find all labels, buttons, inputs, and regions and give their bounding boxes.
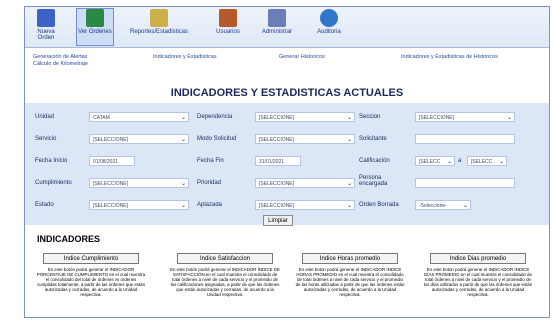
users-icon <box>219 9 237 27</box>
label-persona-encargada: Persona encargada <box>359 175 388 187</box>
label-prioridad: Prioridad <box>197 180 222 186</box>
link-historicos[interactable]: Generar Historicos <box>279 54 325 60</box>
persona-encargada-input[interactable] <box>415 178 515 188</box>
chevron-down-icon: ⌄ <box>346 203 352 209</box>
label-seccion: Seccion <box>359 114 381 120</box>
modo-solicitud-select[interactable]: [SELECCIONE] ⌄ <box>255 134 355 144</box>
estado-select[interactable]: [SELECCIONE] ⌄ <box>89 200 189 210</box>
page-title: INDICADORES Y ESTADISTICAS ACTUALES <box>170 87 404 99</box>
reports-icon <box>150 9 168 27</box>
main-toolbar: Nueva Orden Ver Ordenes Reportes/Estadis… <box>25 7 549 48</box>
toolbar-ver-ordenes[interactable]: Ver Ordenes <box>76 8 114 46</box>
servicio-select[interactable]: [SELECCIONE] ⌄ <box>89 134 189 144</box>
label-dependencia: Dependencia <box>197 114 233 120</box>
link-calculo-kilometraje[interactable]: Cálculo de Kilometraje <box>33 61 88 67</box>
limpiar-button[interactable]: Limpiar <box>263 215 293 226</box>
toolbar-nueva-orden[interactable]: Nueva Orden <box>29 9 63 45</box>
fecha-fin-input[interactable]: 31/01/2021 <box>255 156 301 166</box>
indice-dias-button[interactable]: Indice Dias promedio <box>430 253 526 264</box>
chevron-down-icon: ⌄ <box>180 137 186 143</box>
label-fecha-inicio: Fecha Inicio <box>35 158 68 164</box>
app-frame: Nueva Orden Ver Ordenes Reportes/Estadis… <box>24 6 550 318</box>
aplazada-select[interactable]: [SELECCIONE] ⌄ <box>255 200 355 210</box>
chevron-down-icon: ⌄ <box>346 137 352 143</box>
indice-satisfaccion-button[interactable]: Indice Satisfaccion <box>177 253 273 264</box>
admin-icon <box>268 9 286 27</box>
seccion-select[interactable]: [SELECCIONE] ⌄ <box>415 112 515 122</box>
solicitante-input[interactable] <box>415 134 515 144</box>
label-aplazada: Aplazada <box>197 202 223 208</box>
label-calificacion-a: a <box>458 158 462 164</box>
dependencia-select[interactable]: [SELECCIONE] ⌄ <box>255 112 355 122</box>
toolbar-administrar[interactable]: Administrar <box>259 9 295 45</box>
chevron-down-icon: ⌄ <box>346 181 352 187</box>
calificacion-hasta-select[interactable]: [SELECC ⌄ <box>467 156 507 166</box>
chevron-down-icon: ⌄ <box>180 181 186 187</box>
chevron-down-icon: ⌄ <box>498 159 504 165</box>
link-indicadores[interactable]: Indicadores y Estadisticas <box>153 54 217 60</box>
audit-icon <box>320 9 338 27</box>
fecha-inicio-input[interactable]: 01/08/2021 <box>89 156 135 166</box>
calificacion-desde-select[interactable]: [SELECC ⌄ <box>415 156 455 166</box>
label-estado: Estado <box>35 202 54 208</box>
toolbar-reportes[interactable]: Reportes/Estadisticas <box>127 9 191 45</box>
unidad-select[interactable]: CATAM ⌄ <box>89 112 189 122</box>
cumplimiento-select[interactable]: [SELECCIONE] ⌄ <box>89 178 189 188</box>
chevron-down-icon: ⌄ <box>462 203 468 209</box>
label-servicio: Servicio <box>35 136 57 142</box>
prioridad-select[interactable]: [SELECCIONE] ⌄ <box>255 178 355 188</box>
label-solicitante: Solicitante <box>359 136 387 142</box>
indicadores-heading: INDICADORES <box>37 234 101 244</box>
chevron-down-icon: ⌄ <box>346 115 352 121</box>
indice-horas-button[interactable]: Indice Horas promedio <box>302 253 398 264</box>
label-modo-solicitud: Modo Solicitud <box>197 136 237 142</box>
view-orders-icon <box>86 9 104 27</box>
new-order-icon <box>37 9 55 27</box>
link-generacion-alertas[interactable]: Generación de Alertas <box>33 54 87 60</box>
label-cumplimiento: Cumplimiento <box>35 180 72 186</box>
chevron-down-icon: ⌄ <box>180 115 186 121</box>
toolbar-auditoria[interactable]: Auditoria <box>313 9 345 45</box>
orden-borrada-select[interactable]: -Seleccione- ⌄ <box>415 200 471 210</box>
label-calificacion: Calificación <box>359 158 390 164</box>
chevron-down-icon: ⌄ <box>506 115 512 121</box>
chevron-down-icon: ⌄ <box>446 159 452 165</box>
label-fecha-fin: Fecha Fin <box>197 158 224 164</box>
indice-dias-desc: En este botón podrá generar el INDICADOR… <box>423 267 533 297</box>
chevron-down-icon: ⌄ <box>180 203 186 209</box>
label-orden-borrada: Orden Borrada <box>359 202 399 208</box>
indice-satisfaccion-desc: En este botón podrá generar el INDICADOR… <box>170 267 280 297</box>
indice-cumplimiento-desc: En este botón podrá generar el INDICADOR… <box>36 267 146 297</box>
indice-cumplimiento-button[interactable]: Indice Cumplimiento <box>43 253 139 264</box>
toolbar-usuarios[interactable]: Usuarios <box>213 9 243 45</box>
indice-horas-desc: En este botón podrá generar el INDICADOR… <box>295 267 405 297</box>
label-unidad: Unidad <box>35 114 55 120</box>
link-indicadores-historicos[interactable]: Indicadores y Estadisticas de Historicos <box>401 54 498 60</box>
filter-form: Unidad CATAM ⌄ Dependencia [SELECCIONE] ⌄ … <box>25 103 549 226</box>
